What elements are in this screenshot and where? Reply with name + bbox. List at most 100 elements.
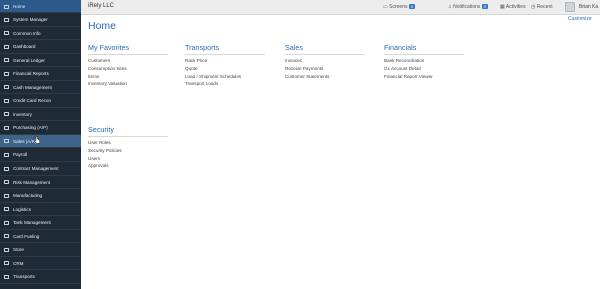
sidebar-item-contract-management[interactable]: Contract Management (0, 162, 81, 176)
transports-group: Transports Rack Price Quote Load / Shipm… (185, 43, 265, 86)
sidebar-item-sales[interactable]: Sales (A/R) (0, 134, 81, 149)
sidebar-item-label: Dashboard (13, 44, 36, 50)
sidebar-item-label: Risk Management (13, 179, 51, 185)
screens-count-badge: 0 (409, 4, 415, 9)
group-title: Sales (285, 43, 365, 55)
sidebar-item-payroll[interactable]: Payroll (0, 148, 81, 163)
link-invoices[interactable]: Invoices (285, 58, 365, 63)
sidebar: Home System Manager Common Info Dashboar… (0, 0, 81, 289)
link-items[interactable]: Items (88, 74, 168, 79)
notifications-button[interactable]: ♫ Notifications 0 (448, 4, 488, 10)
link-receive-payments[interactable]: Receive Payments (285, 66, 365, 71)
purchasing-icon (4, 125, 9, 130)
sidebar-item-label: Store (13, 247, 24, 253)
payroll-icon (4, 152, 9, 157)
sidebar-item-label: Common Info (13, 30, 41, 36)
tank-icon (4, 220, 9, 225)
sidebar-item-home[interactable]: Home (0, 0, 81, 13)
contract-icon (4, 166, 9, 171)
store-icon (4, 247, 9, 252)
sidebar-item-general-ledger[interactable]: General Ledger (0, 54, 81, 68)
sidebar-item-tank-management[interactable]: Tank Management (0, 216, 81, 230)
link-security-policies[interactable]: Security Policies (88, 148, 168, 153)
link-bank-reconciliation[interactable]: Bank Reconciliation (384, 58, 464, 63)
sidebar-item-risk-management[interactable]: Risk Management (0, 176, 81, 190)
link-users[interactable]: Users (88, 156, 168, 161)
sidebar-item-label: Contract Management (13, 166, 59, 172)
sidebar-item-financial-reports[interactable]: Financial Reports (0, 67, 81, 81)
link-rack-price[interactable]: Rack Price (185, 58, 265, 63)
sidebar-item-card-fueling[interactable]: Card Fueling (0, 230, 81, 244)
sidebar-item-system-manager[interactable]: System Manager (0, 13, 81, 27)
sidebar-item-transports[interactable]: Transports (0, 270, 81, 284)
sidebar-item-label: Payroll (13, 152, 28, 158)
notifications-count-badge: 0 (482, 4, 488, 9)
sidebar-item-store[interactable]: Store (0, 243, 81, 257)
sidebar-item-label: Financial Reports (13, 71, 49, 77)
sales-group: Sales Invoices Receive Payments Customer… (285, 43, 365, 79)
sidebar-item-credit-card-recon[interactable]: Credit Card Recon (0, 94, 81, 108)
group-title: My Favorites (88, 43, 168, 55)
sidebar-item-label: Sales (A/R) (13, 138, 37, 144)
group-title: Financials (384, 43, 464, 55)
sidebar-item-label: Logistics (13, 206, 31, 212)
user-name[interactable]: Brian Ka (579, 4, 598, 10)
sidebar-item-label: Home (13, 4, 26, 9)
home-icon (4, 4, 9, 9)
link-customer-statements[interactable]: Customer Statements (285, 74, 365, 79)
company-name: iRely LLC (88, 3, 115, 9)
sidebar-item-label: Purchasing (A/P) (13, 125, 48, 131)
crm-icon (4, 261, 9, 266)
sidebar-item-logistics[interactable]: Logistics (0, 203, 81, 217)
sales-icon (4, 139, 9, 144)
sidebar-item-manufacturing[interactable]: Manufacturing (0, 189, 81, 203)
financials-group: Financials Bank Reconciliation GL Accoun… (384, 43, 464, 79)
link-customers[interactable]: Customers (88, 58, 168, 63)
avatar[interactable] (565, 2, 575, 12)
credit-card-icon (4, 98, 9, 103)
link-quote[interactable]: Quote (185, 66, 265, 71)
customize-link[interactable]: Customize (568, 16, 592, 22)
cash-icon (4, 85, 9, 90)
sidebar-item-dashboard[interactable]: Dashboard (0, 40, 81, 54)
sidebar-item-label: Credit Card Recon (13, 98, 52, 104)
screens-button[interactable]: ▭ Screens 0 (383, 4, 415, 10)
sidebar-item-label: Tank Management (13, 220, 51, 226)
activities-button[interactable]: ▦ Activities (500, 4, 526, 10)
sidebar-item-label: Inventory (13, 111, 32, 117)
link-transport-loads[interactable]: Transport Loads (185, 81, 265, 86)
link-financial-report-viewer[interactable]: Financial Report Viewer (384, 74, 464, 79)
sidebar-item-inventory[interactable]: Inventory (0, 108, 81, 122)
link-user-roles[interactable]: User Roles (88, 140, 168, 145)
sidebar-item-label: CRM (13, 260, 24, 266)
group-title: Security (88, 125, 168, 137)
security-group: Security User Roles Security Policies Us… (88, 125, 168, 168)
report-icon (4, 71, 9, 76)
sidebar-item-common-info[interactable]: Common Info (0, 27, 81, 41)
sidebar-item-label: System Manager (13, 17, 48, 22)
link-approvals[interactable]: Approvals (88, 163, 168, 168)
hand-cursor-icon (34, 136, 40, 144)
link-gl-account-detail[interactable]: GL Account Detail (384, 66, 464, 71)
logistics-icon (4, 207, 9, 212)
recent-button[interactable]: ◷ Recent (531, 4, 553, 10)
screens-label: Screens (389, 4, 408, 10)
sidebar-item-label: Card Fueling (13, 233, 40, 239)
sidebar-item-label: Transports (13, 274, 35, 280)
link-load-shipment-schedules[interactable]: Load / Shipment Schedules (185, 74, 265, 79)
sidebar-item-purchasing[interactable]: Purchasing (A/P) (0, 121, 81, 135)
link-inventory-valuation[interactable]: Inventory Valuation (88, 81, 168, 86)
notifications-label: Notifications (453, 4, 481, 10)
manufacturing-icon (4, 193, 9, 198)
recent-label: Recent (536, 4, 553, 10)
gear-icon (4, 17, 9, 22)
fuel-icon (4, 234, 9, 239)
info-icon (4, 31, 9, 36)
sidebar-item-label: Manufacturing (13, 193, 43, 199)
link-consumption-sites[interactable]: Consumption Sites (88, 66, 168, 71)
risk-icon (4, 180, 9, 185)
group-title: Transports (185, 43, 265, 55)
sidebar-item-cash-management[interactable]: Cash Management (0, 81, 81, 95)
sidebar-item-label: General Ledger (13, 57, 45, 63)
sidebar-item-crm[interactable]: CRM (0, 257, 81, 271)
